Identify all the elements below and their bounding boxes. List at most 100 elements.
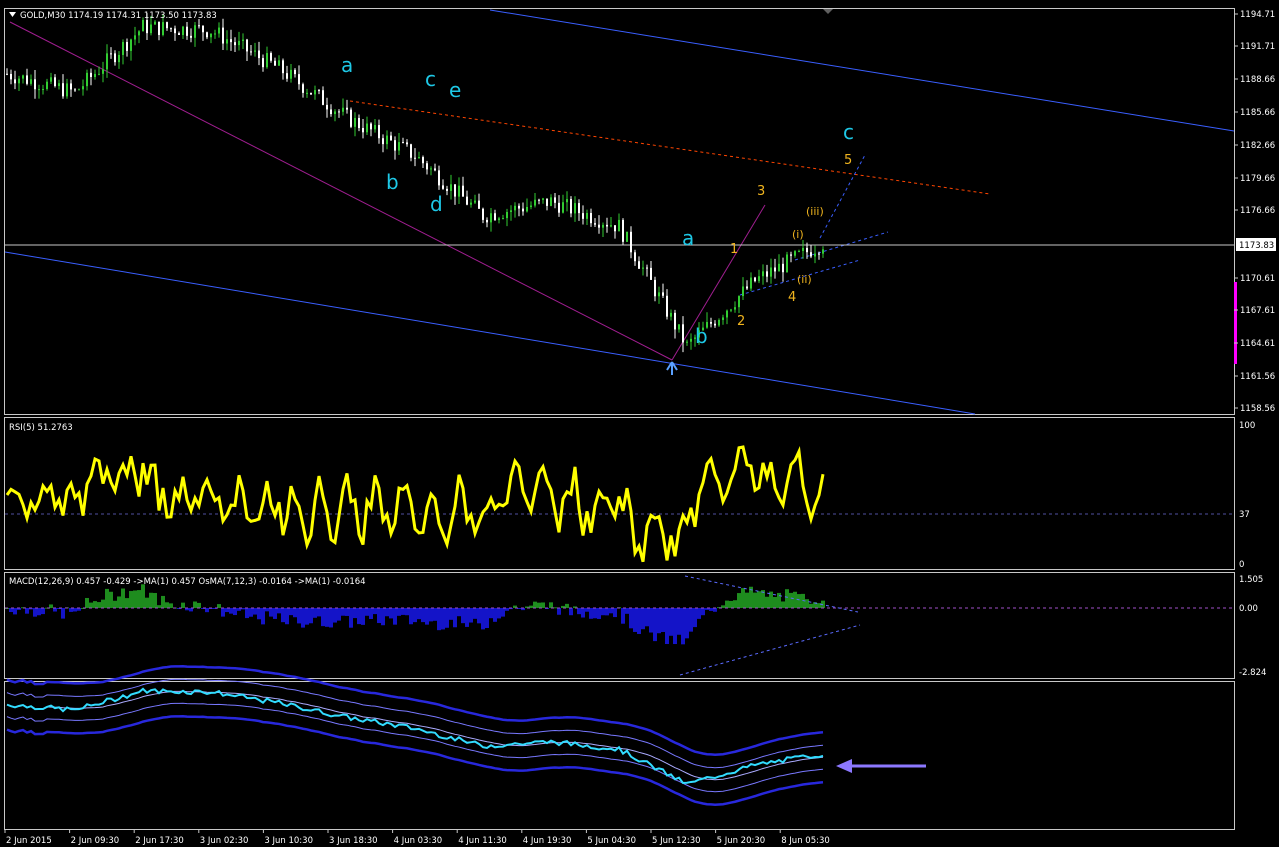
resistance-dashed-line[interactable] [349,100,991,195]
candle-body [526,206,528,212]
macd-bar [377,608,381,624]
wave-label-minor: 4 [788,290,796,305]
candle-body [494,213,496,221]
candle-body [78,89,80,91]
candle-body [198,25,200,27]
candle-body [330,109,332,115]
rsi-line [5,445,825,563]
candle-body [250,51,252,53]
candle-body [142,20,144,32]
candle-body [654,279,656,297]
macd-bar [665,608,669,645]
macd-bar [725,600,729,608]
macd-bar [765,596,769,608]
candle-body [270,53,272,61]
wave-label-primary: a [341,53,353,77]
wave-label-minor: 5 [844,153,852,168]
candle-body [410,144,412,158]
time-tick-label: 5 Jun 20:30 [717,836,766,846]
time-tick-label: 2 Jun 09:30 [71,836,120,846]
candle-body [642,267,644,269]
price-tick-label: 1194.71 [1240,10,1275,20]
macd-bar [621,608,625,624]
candle-body [462,185,464,197]
lower-channel-line[interactable] [4,251,976,415]
candle-body [138,31,140,36]
candle-body [754,277,756,282]
candle-body [58,83,60,87]
candle-body [130,39,132,51]
macd-bar [329,608,333,628]
candle-body [226,39,228,44]
macd-bar [409,608,413,625]
macd-bar [597,608,601,619]
macd-bar [585,608,589,612]
candle-body [438,170,440,186]
main-chart-panel[interactable] [4,8,1235,415]
candle-body [530,205,532,207]
macd-bar [145,597,149,608]
macd-bar [697,608,701,619]
candle-body [46,81,48,90]
upper-channel-line[interactable] [489,9,1235,132]
macd-bar [593,608,597,619]
macd-bar [233,608,237,616]
candle-body [146,20,148,34]
candle-body [22,75,24,79]
macd-bar [33,608,37,617]
candle-body [338,111,340,113]
candle-body [414,157,416,159]
candle-body [742,286,744,297]
macd-bar [661,608,665,632]
candle-body [466,196,468,205]
candle-body [590,212,592,224]
candle-body [726,310,728,318]
wedge-upper-line[interactable] [794,231,889,261]
macd-bar [577,608,581,615]
macd-bar [637,608,641,634]
candle-body [54,77,56,87]
candle-body [574,203,576,214]
wave-label-primary: b [695,324,708,348]
candle-body [766,271,768,277]
wave5-projection-line[interactable] [819,154,866,239]
candle-body [450,184,452,191]
candle-body [234,42,236,46]
candle-body [222,27,224,44]
candle-body [358,117,360,129]
candle-body [470,202,472,205]
wave-label-primary: a [682,226,694,250]
time-tick-label: 3 Jun 02:30 [200,836,249,846]
macd-bar [605,608,609,616]
candle-body [478,200,480,209]
scroll-marker-icon[interactable] [823,9,833,14]
macd-bar [161,595,165,608]
candle-body [230,39,232,43]
macd-panel[interactable] [4,572,1235,679]
macd-bar [653,608,657,642]
rsi-panel[interactable] [4,417,1235,570]
triangle-down-icon[interactable] [9,12,16,17]
macd-bar [485,608,489,629]
trading-chart[interactable]: abc edabc12345(i)(ii)(iii) GOLD,M30 1174.… [0,0,1279,847]
price-axis: 1194.71 1191.71 1188.66 1185.66 1182.66 1179.… [1234,10,1275,414]
macd-bar [41,608,45,615]
candle-body [578,203,580,214]
wave-label-minor: (iii) [806,205,824,218]
candle-body [150,24,152,34]
candle-body [758,276,760,282]
time-tick-label: 5 Jun 12:30 [652,836,701,846]
candle-body [282,60,284,74]
candle-body [602,224,604,228]
macd-bar [501,608,505,617]
wave-label-minor: 2 [737,314,745,329]
price-tick-label: 1188.66 [1240,75,1275,85]
macd-bar [609,608,613,614]
rsi-scale-100: 100 [1239,421,1255,431]
candle-body [810,252,812,257]
macd-bar [793,591,797,608]
candle-body [818,253,820,255]
macd-bar [325,608,329,627]
wave-label-minor: (i) [792,228,804,241]
candle-body [622,219,624,242]
